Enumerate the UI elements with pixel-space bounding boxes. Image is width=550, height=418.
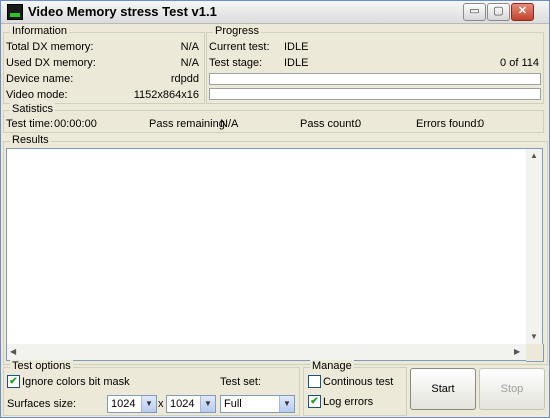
check-icon: ✔	[310, 396, 319, 407]
results-vertical-scrollbar[interactable]: ▲ ▼	[526, 148, 543, 346]
start-button[interactable]: Start	[410, 368, 476, 410]
used-dx-memory-label: Used DX memory:	[6, 57, 96, 69]
chevron-down-icon[interactable]: ▼	[200, 396, 215, 412]
ignore-colors-checkbox[interactable]: ✔	[7, 375, 20, 388]
scroll-up-arrow-icon[interactable]: ▲	[530, 151, 538, 160]
check-icon: ✔	[9, 376, 18, 387]
window-title: Video Memory stress Test v1.1	[28, 4, 217, 19]
chevron-down-icon[interactable]: ▼	[141, 396, 156, 412]
continuous-test-checkbox[interactable]	[308, 375, 321, 388]
surface-width-select[interactable]: 1024 ▼	[107, 395, 157, 413]
continuous-test-label: Continous test	[323, 376, 394, 388]
title-bar: Video Memory stress Test v1.1 ▭ ▢ ✕	[1, 1, 549, 24]
chevron-down-icon[interactable]: ▼	[279, 396, 294, 412]
pass-remaining-value: N/A	[220, 118, 239, 130]
ignore-colors-label: Ignore colors bit mask	[22, 376, 130, 388]
manage-title: Manage	[310, 360, 354, 372]
pass-remaining-label: Pass remaining:	[149, 118, 228, 130]
pass-count-value: 0	[355, 118, 362, 130]
log-errors-label: Log errors	[323, 396, 374, 408]
errors-found-label: Errors found:	[416, 118, 480, 130]
results-horizontal-scrollbar[interactable]: ◀ ▶	[6, 344, 527, 361]
surfaces-size-label: Surfaces size:	[7, 398, 77, 410]
test-stage-label: Test stage:	[209, 57, 263, 69]
app-icon	[7, 4, 23, 20]
information-title: Information	[10, 25, 70, 37]
device-name-label: Device name:	[6, 73, 74, 85]
device-name-value: rdpdd	[170, 73, 199, 85]
video-mode-label: Video mode:	[6, 89, 68, 101]
progress-title: Progress	[213, 25, 262, 37]
close-button[interactable]: ✕	[511, 3, 534, 21]
scroll-down-arrow-icon[interactable]: ▼	[530, 332, 538, 341]
errors-found-value: 0	[478, 118, 485, 130]
test-time-label: Test time:	[6, 118, 54, 130]
scroll-right-arrow-icon[interactable]: ▶	[514, 347, 520, 356]
total-dx-memory-value: N/A	[180, 41, 199, 53]
stage-count: 0 of 114	[500, 57, 539, 69]
test-options-title: Test options	[10, 360, 73, 372]
maximize-button[interactable]: ▢	[487, 3, 510, 21]
log-errors-checkbox[interactable]: ✔	[308, 395, 321, 408]
results-title: Results	[10, 134, 51, 146]
video-mode-value: 1152x864x16	[133, 89, 199, 101]
test-set-label: Test set:	[220, 376, 261, 388]
results-list[interactable]	[6, 148, 528, 346]
test-progress-bar	[209, 73, 541, 85]
test-stage-value: IDLE	[284, 57, 309, 69]
scroll-left-arrow-icon[interactable]: ◀	[10, 347, 16, 356]
surface-height-value: 1024	[170, 398, 195, 410]
test-time-value: 00:00:00	[54, 118, 97, 130]
total-dx-memory-label: Total DX memory:	[6, 41, 94, 53]
stop-button[interactable]: Stop	[479, 368, 545, 410]
app-window: Video Memory stress Test v1.1 ▭ ▢ ✕ Info…	[0, 0, 550, 418]
used-dx-memory-value: N/A	[180, 57, 199, 69]
statistics-title: Satistics	[10, 103, 55, 115]
pass-count-label: Pass count:	[300, 118, 358, 130]
test-set-select[interactable]: Full ▼	[220, 395, 295, 413]
test-set-value: Full	[224, 398, 242, 410]
size-separator: x	[158, 398, 164, 410]
scrollbar-corner	[526, 344, 544, 362]
stage-progress-bar	[209, 88, 541, 100]
surface-height-select[interactable]: 1024 ▼	[166, 395, 216, 413]
current-test-label: Current test:	[209, 41, 270, 53]
surface-width-value: 1024	[111, 398, 136, 410]
minimize-button[interactable]: ▭	[463, 3, 486, 21]
current-test-value: IDLE	[284, 41, 309, 53]
